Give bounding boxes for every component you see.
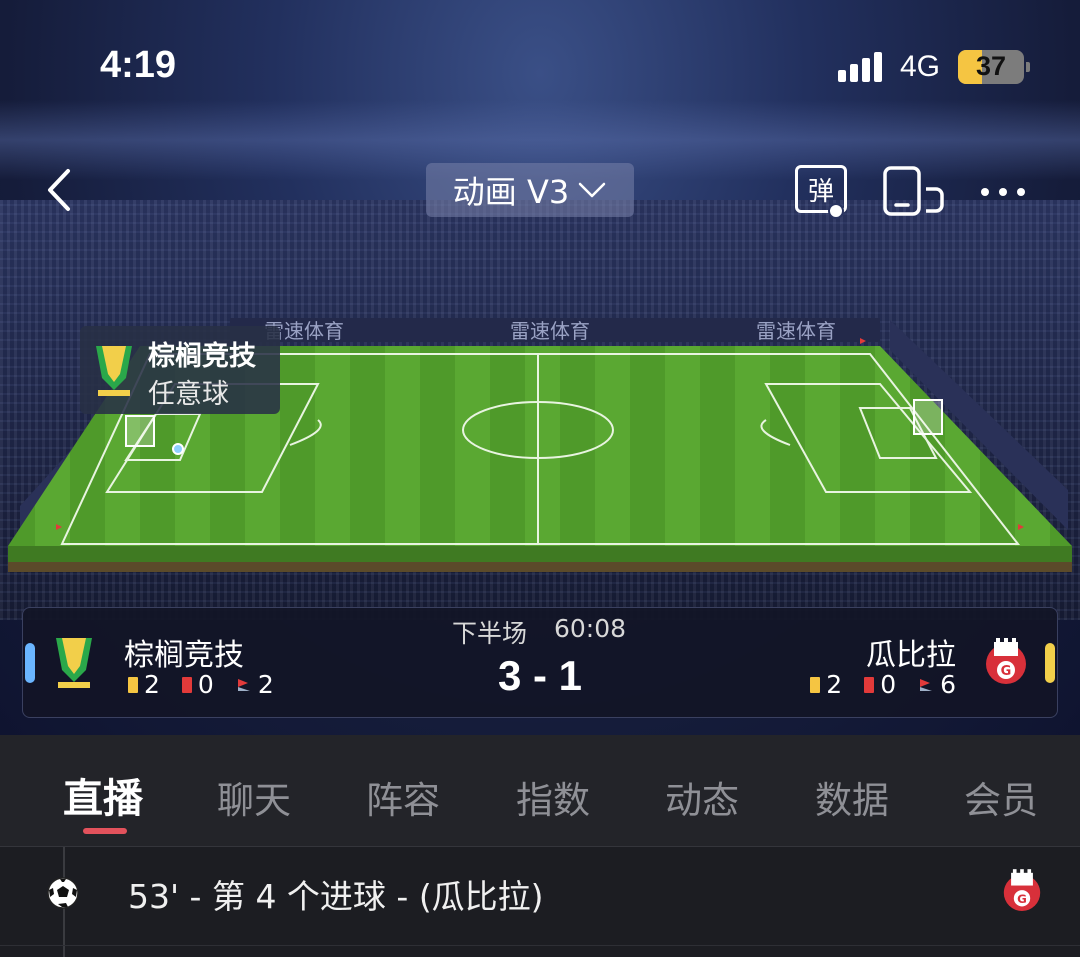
battery-icon: 37	[958, 50, 1024, 84]
tab-lineup[interactable]: 阵容	[366, 770, 440, 824]
away-corners: 6	[940, 670, 956, 699]
rotate-screen-icon	[883, 166, 944, 216]
sponsor-text: 雷速体育	[510, 319, 590, 343]
more-options-button[interactable]	[978, 172, 1028, 212]
red-card-icon	[864, 676, 875, 693]
active-tab-indicator	[83, 828, 127, 834]
home-team-logo[interactable]	[52, 634, 96, 690]
animation-mode-select[interactable]: 动画 V3	[426, 163, 634, 217]
soccer-ball-icon	[47, 877, 79, 909]
signal-icon	[838, 50, 886, 82]
battery-level: 37	[975, 51, 1007, 81]
more-dots-icon	[981, 188, 1025, 196]
event-popup: 棕榈竞技 任意球	[80, 326, 280, 414]
red-card-icon	[181, 676, 192, 693]
away-team-stats: 2 0 6	[810, 670, 956, 699]
match-period: 下半场	[452, 619, 528, 648]
event-popup-team: 棕榈竞技	[148, 341, 256, 372]
chevron-down-icon	[578, 182, 606, 198]
chevron-left-icon	[48, 169, 70, 211]
yellow-card-icon	[810, 676, 821, 693]
match-clock: 60:08	[554, 614, 627, 643]
match-score: 3 - 1	[497, 652, 583, 699]
corner-flag-icon	[237, 678, 250, 691]
rotate-screen-button[interactable]	[882, 165, 946, 217]
battery-tip	[1026, 62, 1030, 72]
tab-odds[interactable]: 指数	[516, 770, 590, 824]
tab-membership[interactable]: 会员	[964, 770, 1038, 824]
home-corners: 2	[257, 670, 274, 699]
back-button[interactable]	[40, 165, 80, 215]
tab-live[interactable]: 直播	[63, 766, 143, 824]
status-time: 4:19	[100, 44, 177, 86]
svg-text:G: G	[1017, 892, 1027, 906]
tab-stats[interactable]: 数据	[815, 770, 889, 824]
away-yellow-cards: 2	[826, 670, 843, 699]
animation-mode-label: 动画 V3	[452, 173, 570, 211]
home-red-cards: 0	[197, 670, 214, 699]
row-divider	[0, 945, 1080, 946]
away-red-cards: 0	[880, 670, 897, 699]
svg-text:G: G	[1001, 664, 1012, 679]
network-label: 4G	[900, 50, 941, 83]
sponsor-text: 雷速体育	[756, 319, 836, 343]
home-team-logo	[96, 346, 132, 396]
event-item-text[interactable]: 53' - 第 4 个进球 - (瓜比拉)	[128, 870, 544, 918]
home-team-name[interactable]: 棕榈竞技	[124, 630, 244, 674]
event-popup-type: 任意球	[148, 379, 229, 410]
away-team-indicator	[1045, 643, 1055, 683]
home-team-stats: 2 0 2	[128, 670, 274, 699]
corner-flag-icon	[920, 678, 933, 691]
away-team-logo[interactable]: G	[984, 634, 1028, 690]
away-team-logo: G	[1003, 869, 1041, 911]
tab-chat[interactable]: 聊天	[217, 770, 291, 824]
away-team-name[interactable]: 瓜比拉	[866, 630, 956, 674]
home-yellow-cards: 2	[144, 670, 160, 699]
home-team-indicator	[25, 643, 35, 683]
yellow-card-icon	[128, 676, 138, 693]
danmu-label: 弹	[807, 176, 834, 207]
danmu-status-dot	[828, 203, 844, 219]
tab-updates[interactable]: 动态	[665, 770, 739, 824]
ball-marker	[172, 443, 184, 455]
